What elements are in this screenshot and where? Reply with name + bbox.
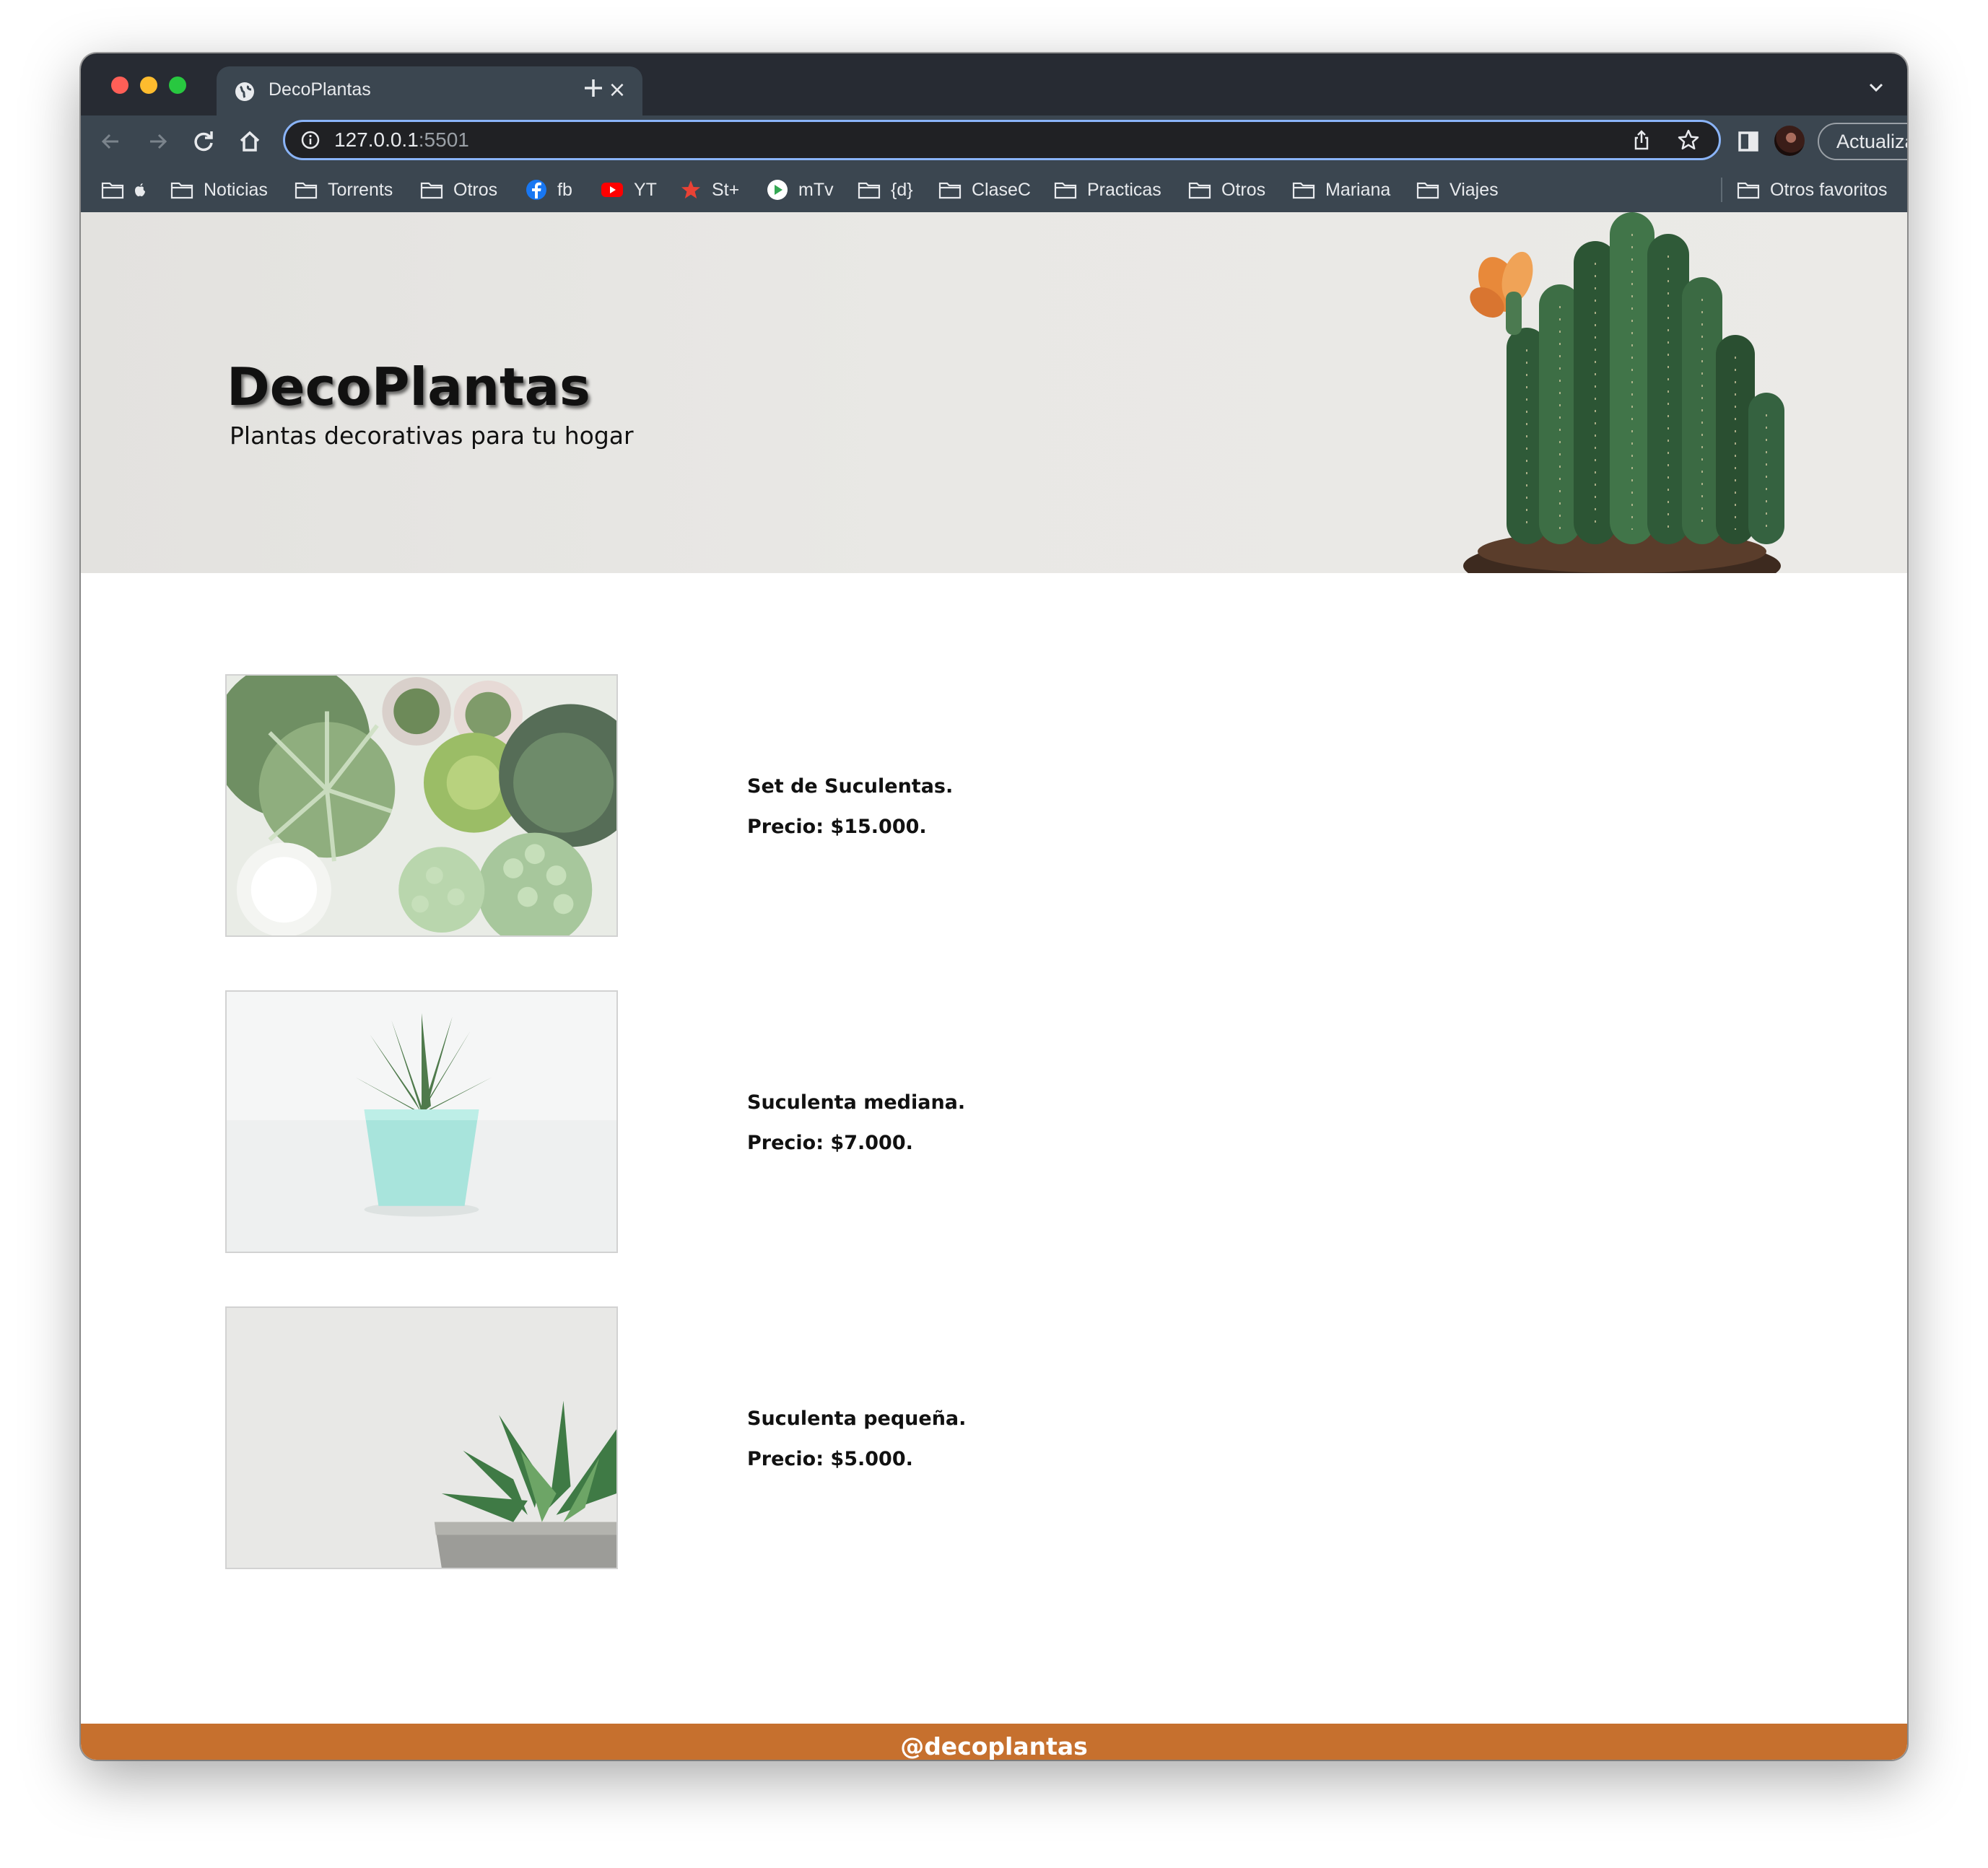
page-viewport: DecoPlantas Plantas decorativas para tu …: [81, 212, 1907, 1760]
product-name: Suculenta mediana.: [747, 1091, 966, 1114]
reload-icon[interactable]: [186, 124, 221, 159]
product-name: Set de Suculentas.: [747, 775, 954, 798]
medium-succulent-photo: [225, 990, 618, 1253]
bookmark-noticias[interactable]: Noticias: [170, 178, 268, 202]
bookmark-d[interactable]: {d}: [858, 178, 913, 202]
folder-icon: [295, 182, 318, 199]
bookmark-viajes[interactable]: Viajes: [1416, 178, 1499, 202]
bookmark-yt[interactable]: YT: [601, 178, 657, 202]
product-card: Suculenta mediana. Precio: $7.000.: [81, 990, 1907, 1253]
small-succulent-photo: [225, 1306, 618, 1569]
product-price: Precio: $7.000.: [747, 1132, 913, 1154]
folder-icon: [170, 182, 193, 199]
page-subtitle: Plantas decorativas para tu hogar: [230, 422, 634, 450]
side-panel-icon[interactable]: [1734, 127, 1763, 156]
bookmark-label: Noticias: [204, 179, 268, 200]
url-port: :5501: [418, 128, 469, 151]
browser-toolbar: 127.0.0.1:5501 Actualizar: [81, 115, 1907, 167]
bookmark-apple-folder[interactable]: [101, 178, 146, 202]
tab-title: DecoPlantas: [269, 79, 371, 100]
browser-window: DecoPlantas × 127.0.0.1:5501 Actualiz No…: [81, 53, 1907, 1760]
product-price: Precio: $15.000.: [747, 816, 927, 838]
bookmark-fb[interactable]: fb: [526, 178, 572, 202]
folder-icon: [101, 182, 124, 199]
bookmark-star-icon[interactable]: [1677, 128, 1700, 152]
bookmark-label: Otros: [453, 179, 498, 200]
globe-icon: [235, 82, 254, 101]
bookmark-torrents[interactable]: Torrents: [295, 178, 393, 202]
info-icon[interactable]: [301, 131, 320, 149]
url-host: 127.0.0.1: [334, 128, 419, 151]
folder-icon: [1416, 182, 1439, 199]
facebook-icon: [526, 180, 546, 200]
share-icon[interactable]: [1631, 129, 1652, 151]
home-icon[interactable]: [232, 124, 267, 159]
succulent-set-photo: [225, 674, 618, 937]
footer: @decoplantas: [81, 1724, 1907, 1760]
address-url: 127.0.0.1:5501: [334, 128, 469, 152]
bookmark-otros-2[interactable]: Otros: [1188, 178, 1265, 202]
back-icon[interactable]: [94, 124, 128, 159]
bookmark-label: ClaseC: [972, 179, 1031, 200]
close-window-button[interactable]: [111, 77, 128, 94]
update-button-label: Actualizar: [1836, 131, 1907, 152]
bookmarks-bar: Noticias Torrents Otros fb YT St+ mTv {d…: [81, 167, 1907, 212]
play-icon: [767, 180, 788, 200]
hero-banner: DecoPlantas Plantas decorativas para tu …: [81, 212, 1907, 573]
bookmark-label: YT: [634, 179, 657, 200]
apple-icon: [135, 183, 145, 196]
bookmark-st-plus[interactable]: St+: [680, 178, 739, 202]
bookmark-label: Torrents: [328, 179, 393, 200]
product-card: Set de Suculentas. Precio: $15.000.: [81, 674, 1907, 937]
product-price: Precio: $5.000.: [747, 1448, 913, 1470]
bookmark-mtv[interactable]: mTv: [767, 178, 834, 202]
folder-icon: [420, 182, 443, 199]
bookmarks-separator: [1721, 178, 1722, 202]
profile-avatar[interactable]: [1774, 126, 1805, 156]
bookmark-label: {d}: [891, 179, 913, 200]
product-card: Suculenta pequeña. Precio: $5.000.: [81, 1306, 1907, 1569]
bookmark-label: Otros favoritos: [1770, 179, 1888, 200]
bookmark-label: Mariana: [1325, 179, 1391, 200]
bookmark-mariana[interactable]: Mariana: [1292, 178, 1390, 202]
new-tab-icon[interactable]: [579, 74, 608, 102]
bookmark-otros-favoritos[interactable]: Otros favoritos: [1737, 178, 1888, 202]
tab-close-icon[interactable]: ×: [605, 78, 629, 102]
update-button[interactable]: Actualizar: [1818, 123, 1907, 160]
star-icon: [681, 180, 700, 198]
youtube-icon: [601, 183, 623, 197]
folder-icon: [1054, 182, 1077, 199]
bookmark-label: Viajes: [1449, 179, 1499, 200]
maximize-window-button[interactable]: [169, 77, 186, 94]
folder-icon: [938, 182, 962, 199]
minimize-window-button[interactable]: [140, 77, 157, 94]
bookmark-practicas[interactable]: Practicas: [1054, 178, 1161, 202]
bookmark-label: mTv: [798, 179, 834, 200]
product-name: Suculenta pequeña.: [747, 1407, 967, 1430]
page-title: DecoPlantas: [227, 357, 590, 417]
folder-icon: [1737, 182, 1760, 199]
cactus-image: [1463, 212, 1784, 573]
bookmark-label: Practicas: [1087, 179, 1161, 200]
bookmark-label: St+: [712, 179, 740, 200]
folder-icon: [1188, 182, 1211, 199]
footer-handle[interactable]: @decoplantas: [900, 1732, 1088, 1760]
folder-icon: [858, 182, 881, 199]
bookmark-clasec[interactable]: ClaseC: [938, 178, 1031, 202]
bookmark-label: Otros: [1221, 179, 1266, 200]
folder-icon: [1292, 182, 1315, 199]
tab-strip: DecoPlantas ×: [81, 53, 1907, 117]
chevron-down-icon[interactable]: [1867, 78, 1885, 97]
bookmark-label: fb: [557, 179, 572, 200]
forward-icon[interactable]: [140, 124, 175, 159]
bookmark-otros[interactable]: Otros: [420, 178, 497, 202]
address-bar[interactable]: 127.0.0.1:5501: [283, 120, 1721, 160]
